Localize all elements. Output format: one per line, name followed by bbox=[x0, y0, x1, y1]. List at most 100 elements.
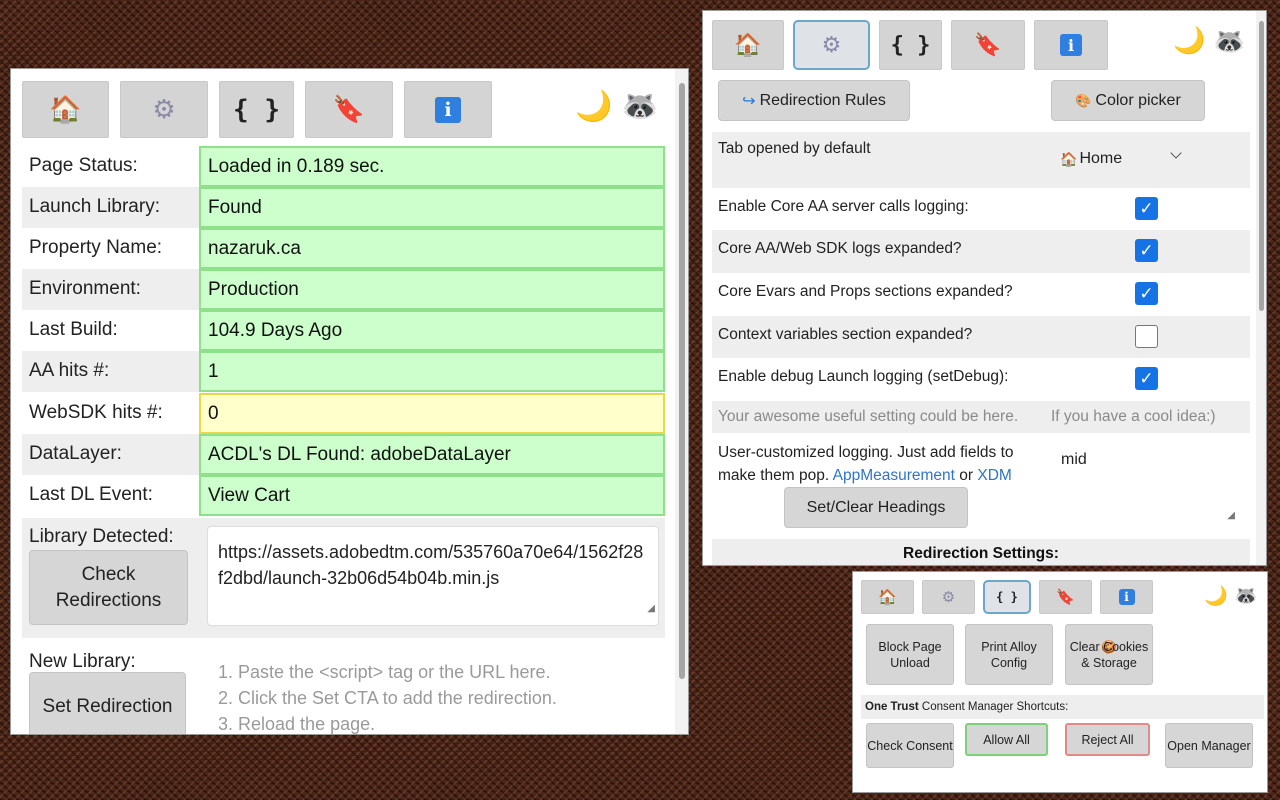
moon-icon[interactable]: 🌙 bbox=[575, 89, 612, 124]
status-label: WebSDK hits #: bbox=[29, 402, 163, 423]
status-label: Property Name: bbox=[29, 237, 163, 258]
tab-code[interactable]: { } bbox=[879, 20, 942, 70]
moon-icon[interactable]: 🌙 bbox=[1204, 584, 1228, 607]
resize-grip-icon[interactable]: ◢ bbox=[647, 596, 655, 622]
setting-label: Enable debug Launch logging (setDebug): bbox=[718, 368, 1009, 385]
placeholder-line: 2. Click the Set CTA to add the redirect… bbox=[218, 688, 557, 708]
setting-label: Enable Core AA server calls logging: bbox=[718, 198, 969, 215]
status-value: Found bbox=[199, 187, 665, 228]
status-value: View Cart bbox=[199, 475, 665, 516]
block-page-unload-button[interactable]: Block Page Unload bbox=[866, 624, 954, 685]
gear-icon: ⚙ bbox=[152, 94, 176, 125]
tab-bar: 🏠 ⚙ { } 🔖 i bbox=[712, 20, 1117, 70]
custom-logging-textarea[interactable]: mid ◢ bbox=[1051, 441, 1241, 527]
status-row-launch-library: Launch Library: Found bbox=[22, 187, 665, 228]
tab-info[interactable]: i bbox=[1034, 20, 1108, 70]
placeholder-line: 3. Reload the page. bbox=[218, 714, 376, 734]
check-consent-button[interactable]: Check Consent bbox=[866, 723, 954, 768]
library-url: https://assets.adobedtm.com/535760a70e64… bbox=[218, 542, 644, 588]
set-clear-headings-button[interactable]: Set/Clear Headings bbox=[784, 487, 968, 528]
library-detected-label: Library Detected: bbox=[29, 526, 174, 547]
new-library-input[interactable]: 1. Paste the <script> tag or the URL her… bbox=[218, 659, 557, 734]
debug-logging-checkbox[interactable]: ✓ bbox=[1135, 367, 1158, 390]
aa-logging-checkbox[interactable]: ✓ bbox=[1135, 197, 1158, 220]
raccoon-icon: 🦝 bbox=[621, 90, 659, 123]
placeholder-setting-right: If you have a cool idea:) bbox=[1051, 408, 1216, 425]
status-label: Last DL Event: bbox=[29, 484, 153, 505]
default-tab-select[interactable]: 🏠 Home bbox=[1060, 142, 1188, 176]
new-library-label: New Library: bbox=[29, 651, 136, 672]
logs-expanded-checkbox[interactable]: ✓ bbox=[1135, 239, 1158, 262]
status-row-datalayer: DataLayer: ACDL's DL Found: adobeDataLay… bbox=[22, 434, 665, 475]
status-label: Last Build: bbox=[29, 319, 118, 340]
clear-cookies-label: Clear Cookies & Storage bbox=[1069, 639, 1149, 670]
house-icon: 🏠 bbox=[1060, 150, 1078, 167]
moon-icon[interactable]: 🌙 bbox=[1173, 26, 1205, 56]
placeholder-setting-left: Your awesome useful setting could be her… bbox=[718, 408, 1019, 425]
appmeasurement-link[interactable]: AppMeasurement bbox=[833, 467, 955, 484]
status-row-property-name: Property Name: nazaruk.ca bbox=[22, 228, 665, 269]
setting-label: Core Evars and Props sections expanded? bbox=[718, 283, 1013, 300]
setting-row-logs-expanded: Core AA/Web SDK logs expanded? ✓ bbox=[712, 230, 1250, 273]
scrollbar[interactable] bbox=[1256, 11, 1266, 565]
custom-logging-description: User-customized logging. Just add fields… bbox=[718, 441, 1044, 487]
print-alloy-config-button[interactable]: Print Alloy Config bbox=[965, 624, 1053, 685]
redirection-rules-button[interactable]: ↪ Redirection Rules bbox=[718, 80, 910, 121]
resize-grip-icon[interactable]: ◢ bbox=[1227, 510, 1235, 521]
status-value: ACDL's DL Found: adobeDataLayer bbox=[199, 434, 665, 475]
tab-home[interactable]: 🏠 bbox=[22, 81, 109, 138]
or-text: or bbox=[959, 467, 974, 484]
tab-info[interactable]: i bbox=[404, 81, 492, 138]
onetrust-heading-text: Consent Manager Shortcuts: bbox=[921, 701, 1069, 713]
scrollbar-thumb[interactable] bbox=[1259, 21, 1264, 311]
clear-cookies-button[interactable]: 🍪 Clear Cookies & Storage bbox=[1065, 624, 1153, 685]
tab-home[interactable]: 🏠 bbox=[861, 580, 914, 614]
context-expanded-checkbox[interactable] bbox=[1135, 325, 1158, 348]
tab-code[interactable]: { } bbox=[983, 580, 1031, 614]
tag-icon: 🔖 bbox=[1056, 588, 1075, 606]
setting-row-aa-logging: Enable Core AA server calls logging: ✓ bbox=[712, 188, 1250, 230]
house-icon: 🏠 bbox=[49, 94, 82, 125]
tab-settings[interactable]: ⚙ bbox=[793, 20, 870, 70]
allow-all-button[interactable]: Allow All bbox=[965, 723, 1048, 756]
tab-settings[interactable]: ⚙ bbox=[922, 580, 975, 614]
status-value: 0 bbox=[199, 393, 665, 434]
tab-code[interactable]: { } bbox=[219, 81, 294, 138]
custom-logging-value: mid bbox=[1061, 451, 1087, 468]
xdm-link[interactable]: XDM bbox=[977, 467, 1011, 484]
scrollbar-thumb[interactable] bbox=[679, 83, 685, 679]
setting-row-debug-logging: Enable debug Launch logging (setDebug): … bbox=[712, 358, 1250, 401]
onetrust-heading: One Trust Consent Manager Shortcuts: bbox=[861, 695, 1264, 719]
house-icon: 🏠 bbox=[734, 32, 762, 58]
status-value: Loaded in 0.189 sec. bbox=[199, 146, 665, 187]
tab-tags[interactable]: 🔖 bbox=[951, 20, 1025, 70]
set-redirection-button[interactable]: Set Redirection bbox=[29, 672, 186, 734]
status-value: 104.9 Days Ago bbox=[199, 310, 665, 351]
setting-row-evars-expanded: Core Evars and Props sections expanded? … bbox=[712, 273, 1250, 316]
info-icon: i bbox=[1118, 589, 1135, 605]
status-label: Launch Library: bbox=[22, 187, 199, 228]
reject-all-button[interactable]: Reject All bbox=[1065, 723, 1150, 756]
tab-bar: 🏠 ⚙ { } 🔖 i bbox=[861, 580, 1161, 614]
braces-icon: { } bbox=[890, 32, 931, 58]
status-value: nazaruk.ca bbox=[199, 228, 665, 269]
setting-label: Core AA/Web SDK logs expanded? bbox=[718, 240, 962, 257]
status-panel: 🏠 ⚙ { } 🔖 i 🌙 🦝 Page Status: Loaded in 0… bbox=[10, 68, 689, 735]
tab-settings[interactable]: ⚙ bbox=[120, 81, 208, 138]
tab-home[interactable]: 🏠 bbox=[712, 20, 784, 70]
tag-icon: 🔖 bbox=[332, 94, 366, 125]
check-redirections-button[interactable]: Check Redirections bbox=[29, 550, 188, 625]
open-manager-button[interactable]: Open Manager bbox=[1165, 723, 1253, 768]
evars-expanded-checkbox[interactable]: ✓ bbox=[1135, 282, 1158, 305]
color-picker-label: Color picker bbox=[1095, 91, 1181, 109]
color-picker-button[interactable]: 🎨 Color picker bbox=[1051, 80, 1205, 121]
status-label: Page Status: bbox=[29, 155, 138, 176]
tab-info[interactable]: i bbox=[1100, 580, 1153, 614]
status-label: AA hits #: bbox=[22, 351, 199, 392]
tab-tags[interactable]: 🔖 bbox=[305, 81, 393, 138]
scrollbar[interactable] bbox=[675, 69, 688, 734]
status-row-aa-hits: AA hits #: 1 bbox=[22, 351, 665, 392]
tab-tags[interactable]: 🔖 bbox=[1039, 580, 1092, 614]
library-url-textarea[interactable]: https://assets.adobedtm.com/535760a70e64… bbox=[207, 526, 659, 626]
setting-row-placeholder: Your awesome useful setting could be her… bbox=[712, 401, 1250, 433]
